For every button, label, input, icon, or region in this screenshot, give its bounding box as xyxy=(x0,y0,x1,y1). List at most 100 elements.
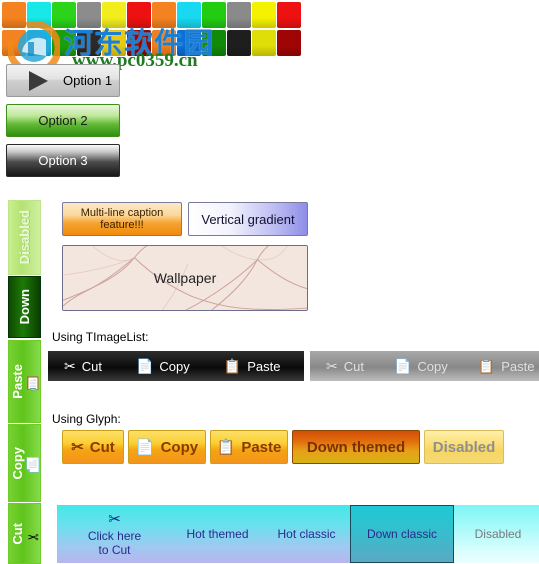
vertical-tab-disabled: Disabled xyxy=(8,200,41,275)
copy-icon: 📄 xyxy=(24,456,40,474)
cyan-down-classic-label: Down classic xyxy=(366,527,438,541)
option-1-button[interactable]: Option 1 xyxy=(6,64,120,97)
glyph-disabled-button: Disabled xyxy=(424,430,504,464)
multiline-caption-label: Multi-line caption feature!!! xyxy=(80,207,164,231)
toolbar-paste-label-disabled: Paste xyxy=(501,358,535,374)
cyan-cut-button[interactable]: ✂ Click here to Cut xyxy=(57,505,172,563)
color-swatch-top-3[interactable] xyxy=(52,2,76,28)
paste-icon: 📋 xyxy=(216,438,236,456)
toolbar-paste-label: Paste xyxy=(247,358,281,374)
glyph-copy-label: Copy xyxy=(160,438,199,456)
toolbar-paste-button-disabled: 📋 Paste xyxy=(472,352,539,380)
color-swatch-top-11[interactable] xyxy=(252,2,276,28)
toolbar-copy-button[interactable]: 📄 Copy xyxy=(130,352,196,380)
glyph-copy-button[interactable]: 📄 Copy xyxy=(128,430,206,464)
color-swatch-top-9[interactable] xyxy=(202,2,226,28)
color-swatch-bottom-2[interactable] xyxy=(27,30,51,56)
toolbar-cut-label: Cut xyxy=(81,358,102,374)
cyan-cut-label-line1: Click here xyxy=(87,528,142,543)
glyph-down-themed-label: Down themed xyxy=(306,438,406,456)
vertical-tab-strip: Disabled Down Paste 📋 Copy 📄 Cut ✂ xyxy=(8,200,41,564)
color-swatch-bottom-5[interactable] xyxy=(102,30,126,56)
color-swatch-grid xyxy=(0,0,304,57)
color-swatch-top-12[interactable] xyxy=(277,2,301,28)
color-swatch-bottom-6[interactable] xyxy=(127,30,151,56)
play-triangle-icon xyxy=(29,71,48,91)
vertical-tab-paste[interactable]: Paste 📋 xyxy=(8,340,41,423)
color-swatch-top-5[interactable] xyxy=(102,2,126,28)
color-swatch-bottom-10[interactable] xyxy=(227,30,251,56)
color-swatch-bottom-1[interactable] xyxy=(2,30,26,56)
wallpaper-label: Wallpaper xyxy=(153,270,217,286)
color-swatch-bottom-9[interactable] xyxy=(202,30,226,56)
color-swatch-bottom-7[interactable] xyxy=(152,30,176,56)
vertical-tab-disabled-label: Disabled xyxy=(17,210,32,265)
imagelist-toolbar-enabled: ✂ Cut 📄 Copy 📋 Paste xyxy=(48,351,304,381)
glyph-section-label: Using Glyph: xyxy=(52,412,121,426)
cyan-disabled-label: Disabled xyxy=(474,527,522,541)
swatch-row-bottom xyxy=(0,30,304,56)
color-swatch-bottom-8[interactable] xyxy=(177,30,201,56)
toolbar-copy-button-disabled: 📄 Copy xyxy=(388,352,454,380)
color-swatch-bottom-12[interactable] xyxy=(277,30,301,56)
color-swatch-top-1[interactable] xyxy=(2,2,26,28)
option-2-button[interactable]: Option 2 xyxy=(6,104,120,137)
copy-icon: 📄 xyxy=(135,358,154,374)
scissors-icon: ✂ xyxy=(108,510,121,528)
scissors-icon: ✂ xyxy=(326,358,338,374)
color-swatch-top-7[interactable] xyxy=(152,2,176,28)
copy-icon: 📄 xyxy=(135,438,155,456)
scissors-icon: ✂ xyxy=(24,527,40,544)
cyan-button-panel: ✂ Click here to Cut Hot themed Hot class… xyxy=(57,505,539,563)
vertical-gradient-button[interactable]: Vertical gradient xyxy=(188,202,308,236)
color-swatch-top-2[interactable] xyxy=(27,2,51,28)
cyan-disabled-button: Disabled xyxy=(454,505,539,563)
option-2-label: Option 2 xyxy=(38,113,88,128)
glyph-paste-button[interactable]: 📋 Paste xyxy=(210,430,288,464)
toolbar-cut-button-disabled: ✂ Cut xyxy=(320,352,370,380)
copy-icon: 📄 xyxy=(393,358,412,374)
cyan-hot-themed-label: Hot themed xyxy=(186,527,249,541)
wallpaper-button[interactable]: Wallpaper xyxy=(62,245,308,311)
color-swatch-top-4[interactable] xyxy=(77,2,101,28)
vertical-tab-down[interactable]: Down xyxy=(8,276,41,338)
paste-icon: 📋 xyxy=(24,374,40,393)
cyan-cut-label-line2: to Cut xyxy=(98,542,131,557)
cyan-hot-themed-button[interactable]: Hot themed xyxy=(172,505,263,563)
vertical-tab-paste-label: Paste xyxy=(10,364,25,399)
multiline-caption-button[interactable]: Multi-line caption feature!!! xyxy=(62,202,182,236)
scissors-icon: ✂ xyxy=(64,358,76,374)
vertical-tab-cut-label: Cut xyxy=(10,522,25,545)
glyph-disabled-label: Disabled xyxy=(432,438,496,456)
option-button-group: Option 1 Option 2 Option 3 xyxy=(6,64,126,184)
toolbar-copy-label: Copy xyxy=(159,358,190,374)
cyan-hot-classic-button[interactable]: Hot classic xyxy=(263,505,350,563)
imagelist-toolbar-disabled: ✂ Cut 📄 Copy 📋 Paste xyxy=(310,351,539,381)
color-swatch-top-6[interactable] xyxy=(127,2,151,28)
color-swatch-bottom-11[interactable] xyxy=(252,30,276,56)
cyan-down-classic-button[interactable]: Down classic xyxy=(350,505,454,563)
vertical-gradient-label: Vertical gradient xyxy=(201,211,295,227)
color-swatch-bottom-4[interactable] xyxy=(77,30,101,56)
color-swatch-bottom-3[interactable] xyxy=(52,30,76,56)
paste-icon: 📋 xyxy=(477,358,496,374)
glyph-down-themed-button[interactable]: Down themed xyxy=(292,430,420,464)
vertical-tab-copy[interactable]: Copy 📄 xyxy=(8,424,41,502)
option-3-button[interactable]: Option 3 xyxy=(6,144,120,177)
vertical-tab-cut[interactable]: Cut ✂ xyxy=(8,503,41,564)
vertical-tab-copy-label: Copy xyxy=(10,446,25,480)
color-swatch-top-8[interactable] xyxy=(177,2,201,28)
glyph-cut-label: Cut xyxy=(89,438,115,456)
imagelist-section-label: Using TImageList: xyxy=(52,330,149,344)
toolbar-cut-button[interactable]: ✂ Cut xyxy=(58,352,108,380)
vertical-tab-down-label: Down xyxy=(17,289,32,325)
toolbar-copy-label-disabled: Copy xyxy=(417,358,448,374)
glyph-cut-button[interactable]: ✂ Cut xyxy=(62,430,124,464)
color-swatch-top-10[interactable] xyxy=(227,2,251,28)
option-1-label: Option 1 xyxy=(63,73,113,88)
option-3-label: Option 3 xyxy=(38,153,88,168)
toolbar-paste-button[interactable]: 📋 Paste xyxy=(218,352,287,380)
glyph-paste-label: Paste xyxy=(241,438,282,456)
toolbar-cut-label-disabled: Cut xyxy=(343,358,364,374)
paste-icon: 📋 xyxy=(223,358,242,374)
